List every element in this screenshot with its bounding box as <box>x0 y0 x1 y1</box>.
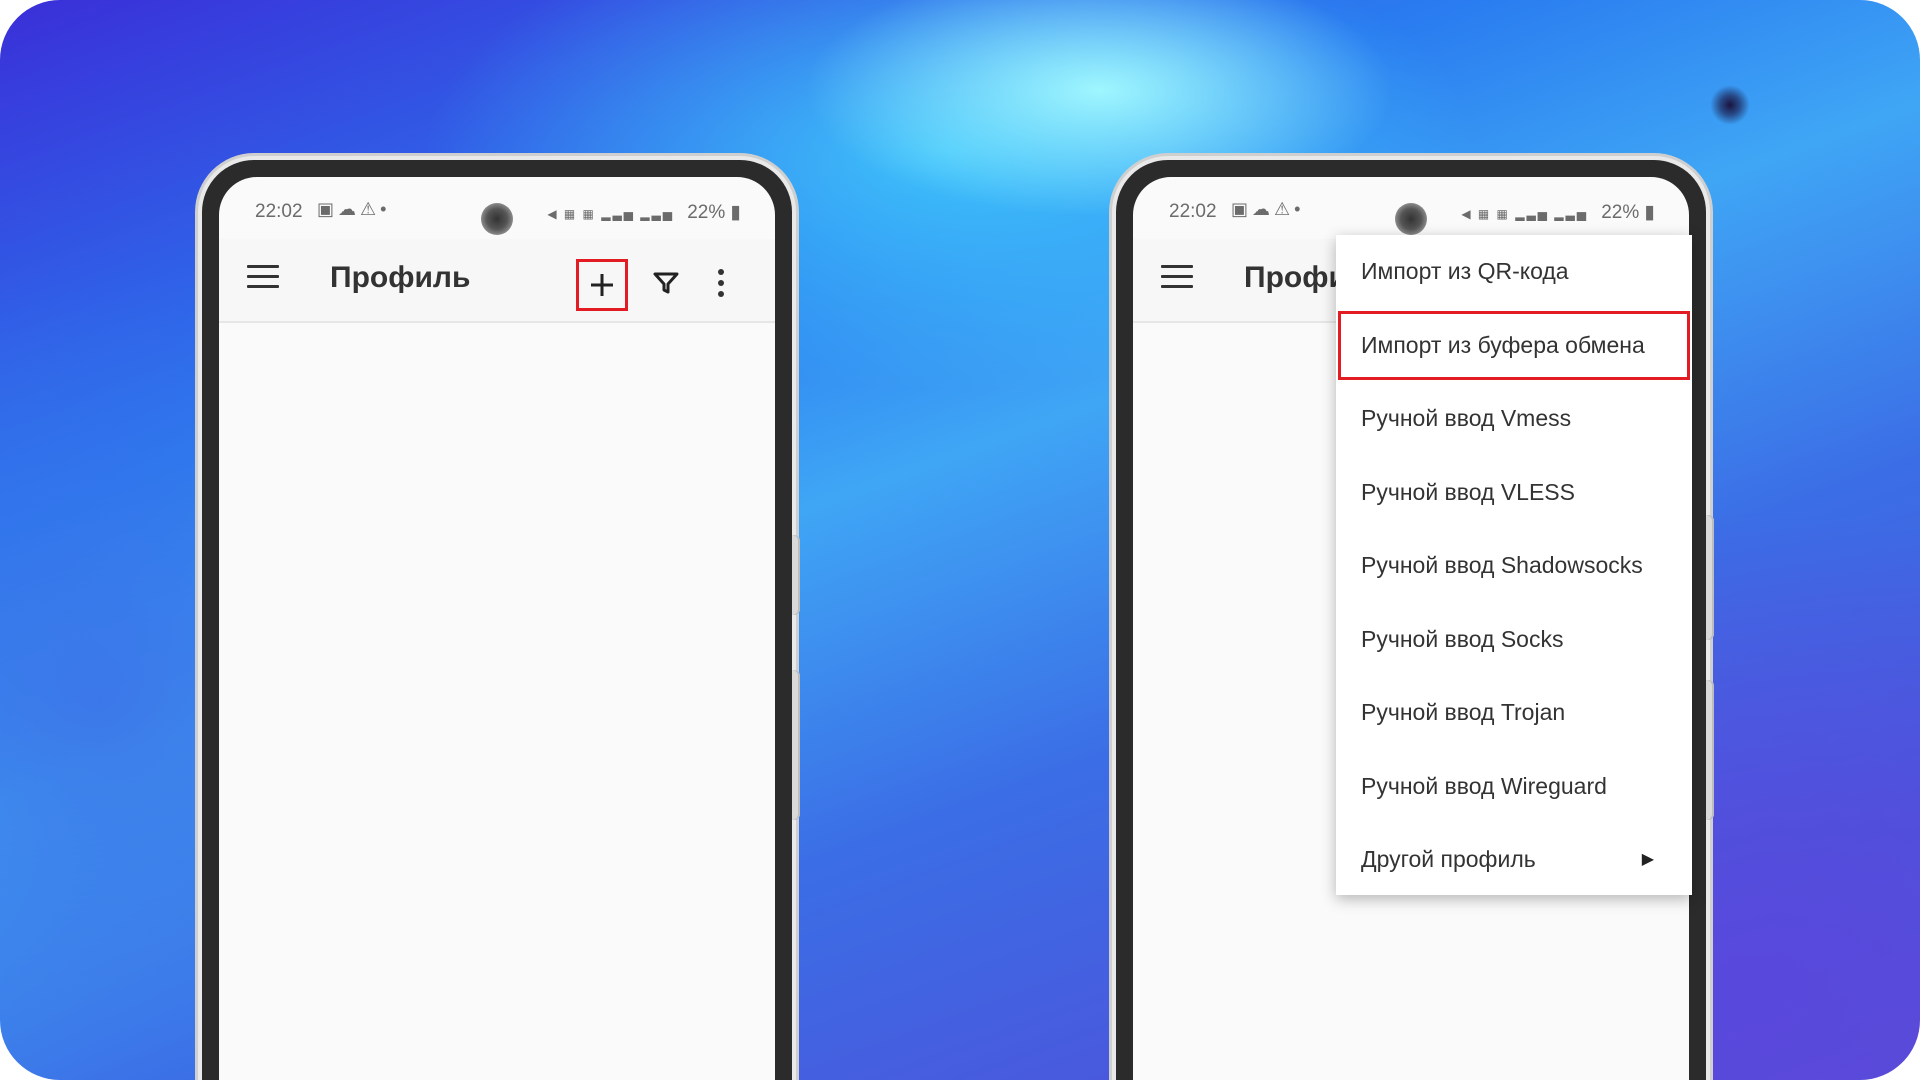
notification-icons: ▣☁⚠• <box>317 199 391 219</box>
phone-screen: 22:02 ▣☁⚠• ◀ ▦ ▦ ▂▃▅ ▂▃▅ 22% ▮ Профиль <box>219 177 775 1080</box>
filter-icon <box>653 272 679 294</box>
menu-item-import-clipboard[interactable]: Импорт из буфера обмена <box>1336 309 1692 383</box>
phone-side-button <box>1706 680 1714 820</box>
camera-icon <box>1395 203 1427 235</box>
menu-item-label: Ручной ввод Socks <box>1361 625 1564 652</box>
chevron-right-icon: ▶ <box>1641 851 1654 868</box>
battery-percent: 22% <box>1601 202 1640 223</box>
menu-icon[interactable] <box>1161 265 1193 291</box>
status-right: ◀ ▦ ▦ ▂▃▅ ▂▃▅ 22% ▮ <box>1461 201 1655 224</box>
status-bar: 22:02 ▣☁⚠• ◀ ▦ ▦ ▂▃▅ ▂▃▅ 22% ▮ <box>219 177 775 237</box>
app-toolbar: Профиль <box>219 239 775 323</box>
status-time: 22:02 <box>1169 201 1217 222</box>
menu-item-label: Импорт из QR-кода <box>1361 258 1569 284</box>
menu-item-label: Импорт из буфера обмена <box>1361 331 1645 358</box>
notification-icons: ▣☁⚠• <box>1231 199 1305 219</box>
menu-item-label: Ручной ввод Vmess <box>1361 405 1572 431</box>
menu-item-label: Ручной ввод VLESS <box>1361 478 1575 505</box>
filter-button[interactable] <box>644 261 688 305</box>
menu-item-import-qr[interactable]: Импорт из QR-кода <box>1336 235 1692 309</box>
menu-item-label: Другой профиль <box>1361 846 1536 872</box>
menu-item-label: Ручной ввод Trojan <box>1361 699 1566 725</box>
signal-icons: ◀ ▦ ▦ ▂▃▅ ▂▃▅ <box>1461 207 1588 221</box>
camera-icon <box>481 203 513 235</box>
menu-item-manual-vless[interactable]: Ручной ввод VLESS <box>1336 456 1692 530</box>
background: 22:02 ▣☁⚠• ◀ ▦ ▦ ▂▃▅ ▂▃▅ 22% ▮ Профиль 2… <box>0 0 1920 1080</box>
menu-item-label: Ручной ввод Wireguard <box>1361 772 1607 799</box>
status-right: ◀ ▦ ▦ ▂▃▅ ▂▃▅ 22% ▮ <box>547 201 741 224</box>
menu-item-label: Ручной ввод Shadowsocks <box>1361 552 1643 578</box>
add-profile-button[interactable] <box>576 259 628 311</box>
menu-item-manual-socks[interactable]: Ручной ввод Socks <box>1336 603 1692 677</box>
phone-side-button <box>1706 515 1714 640</box>
phone-side-button <box>792 670 800 820</box>
menu-icon[interactable] <box>247 265 279 291</box>
status-bar: 22:02 ▣☁⚠• ◀ ▦ ▦ ▂▃▅ ▂▃▅ 22% ▮ <box>1133 177 1689 237</box>
phone-side-button <box>792 535 800 615</box>
status-time: 22:02 <box>255 201 303 222</box>
menu-item-manual-shadowsocks[interactable]: Ручной ввод Shadowsocks <box>1336 529 1692 603</box>
menu-item-manual-vmess[interactable]: Ручной ввод Vmess <box>1336 382 1692 456</box>
menu-item-other-profile[interactable]: Другой профиль ▶ <box>1336 823 1692 897</box>
battery-percent: 22% <box>687 202 726 223</box>
add-profile-menu: Импорт из QR-кода Импорт из буфера обмен… <box>1336 235 1692 895</box>
battery-icon: ▮ <box>730 202 741 223</box>
background-spot <box>1710 85 1750 125</box>
page-title: Профиль <box>330 261 471 294</box>
signal-icons: ◀ ▦ ▦ ▂▃▅ ▂▃▅ <box>547 207 674 221</box>
phone-left: 22:02 ▣☁⚠• ◀ ▦ ▦ ▂▃▅ ▂▃▅ 22% ▮ Профиль <box>202 160 800 1080</box>
menu-item-manual-trojan[interactable]: Ручной ввод Trojan <box>1336 676 1692 750</box>
menu-item-manual-wireguard[interactable]: Ручной ввод Wireguard <box>1336 750 1692 824</box>
battery-icon: ▮ <box>1644 202 1655 223</box>
plus-icon <box>591 274 613 296</box>
more-vert-icon[interactable] <box>709 261 733 305</box>
